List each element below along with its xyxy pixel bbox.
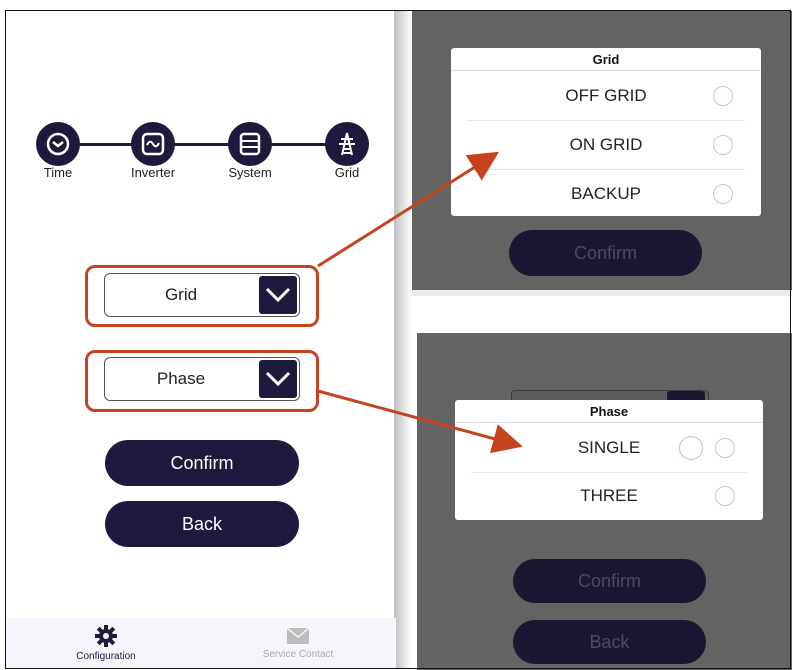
- image-border: [5, 10, 791, 669]
